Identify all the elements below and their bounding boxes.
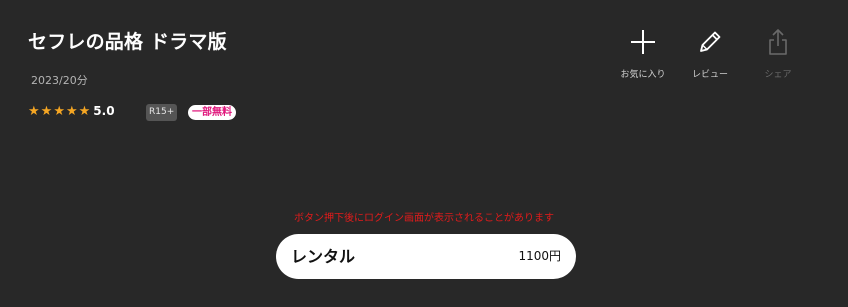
pencil-icon (700, 31, 721, 52)
rating: ★ ★ ★ ★ ★ 5.0 (28, 104, 115, 118)
review-label: レビュー (691, 70, 728, 80)
share-label: シェア (764, 70, 792, 80)
star-icon: ★ (28, 103, 40, 119)
star-icon: ★ (40, 103, 53, 119)
favorite-label: お気に入り (620, 70, 666, 80)
star-icon: ★ (78, 103, 91, 119)
rental-price: 1100円 (518, 249, 561, 263)
page-title: セフレの品格 ドラマ版 (28, 31, 227, 53)
partial-free-badge: 一部無料 (188, 105, 236, 120)
rental-button[interactable]: レンタル 1100円 (276, 234, 576, 279)
rating-stars: ★ ★ ★ ★ ★ (28, 105, 90, 118)
star-icon: ★ (65, 103, 78, 119)
release-meta: 2023/20分 (31, 74, 88, 87)
share-icon (769, 29, 787, 55)
favorite-button[interactable]: お気に入り (613, 28, 673, 80)
share-button[interactable]: シェア (748, 28, 808, 80)
plus-icon (631, 30, 655, 54)
rental-label: レンタル (291, 247, 356, 266)
age-rating-badge: R15+ (146, 104, 178, 121)
login-notice: ボタン押下後にログイン画面が表示されることがあります (294, 213, 554, 224)
review-button[interactable]: レビュー (680, 28, 740, 80)
rating-value: 5.0 (93, 104, 115, 118)
star-icon: ★ (53, 103, 65, 119)
